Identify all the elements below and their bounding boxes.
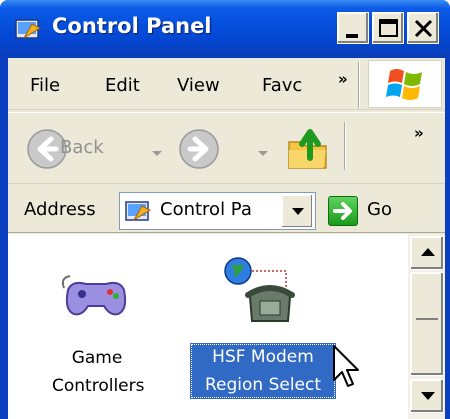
forward-arrow-icon (179, 129, 219, 169)
scroll-down-button[interactable] (410, 379, 444, 413)
menu-file[interactable]: File (30, 75, 60, 96)
scroll-thumb[interactable] (410, 272, 444, 376)
folder-up-icon (288, 129, 327, 169)
go-button[interactable] (328, 196, 358, 226)
menu-divider (358, 62, 360, 108)
minimize-icon (346, 34, 358, 38)
close-button[interactable] (407, 12, 439, 44)
windows-logo-box (368, 60, 442, 108)
item-game-controllers-label[interactable]: Game Controllers (52, 344, 144, 400)
maximize-button[interactable] (372, 12, 404, 44)
forward-button[interactable] (178, 128, 220, 170)
mouse-pointer-icon (333, 345, 359, 387)
scroll-thumb-grip (416, 318, 438, 320)
menu-favorites[interactable]: Favc (262, 75, 302, 96)
back-dropdown-arrow-icon[interactable] (152, 151, 162, 156)
menu-edit[interactable]: Edit (105, 75, 140, 96)
windows-logo-icon (386, 69, 422, 100)
modem-phone-icon[interactable] (222, 255, 302, 335)
gamepad-icon[interactable] (60, 270, 132, 320)
go-arrow-icon (333, 202, 352, 220)
address-value: Control Pa (160, 199, 252, 220)
scroll-up-button[interactable] (410, 236, 444, 270)
forward-dropdown-arrow-icon[interactable] (258, 151, 268, 156)
menu-view[interactable]: View (177, 75, 220, 96)
go-label[interactable]: Go (367, 199, 392, 220)
close-icon (414, 19, 433, 38)
toolbar-divider (344, 122, 346, 170)
minimize-button[interactable] (337, 12, 369, 44)
back-label: Back (60, 137, 104, 158)
menu-overflow-chevron[interactable]: » (338, 70, 348, 88)
item-hsf-modem-label[interactable]: HSF Modem Region Select (190, 343, 336, 399)
control-panel-icon (125, 201, 152, 221)
up-folder-button[interactable] (286, 124, 332, 174)
address-label: Address (24, 199, 96, 220)
address-dropdown-button[interactable] (281, 194, 313, 228)
toolbar-overflow-chevron[interactable]: » (414, 124, 424, 142)
maximize-icon (379, 19, 398, 37)
window-title: Control Panel (52, 14, 212, 38)
control-panel-icon (15, 19, 42, 39)
